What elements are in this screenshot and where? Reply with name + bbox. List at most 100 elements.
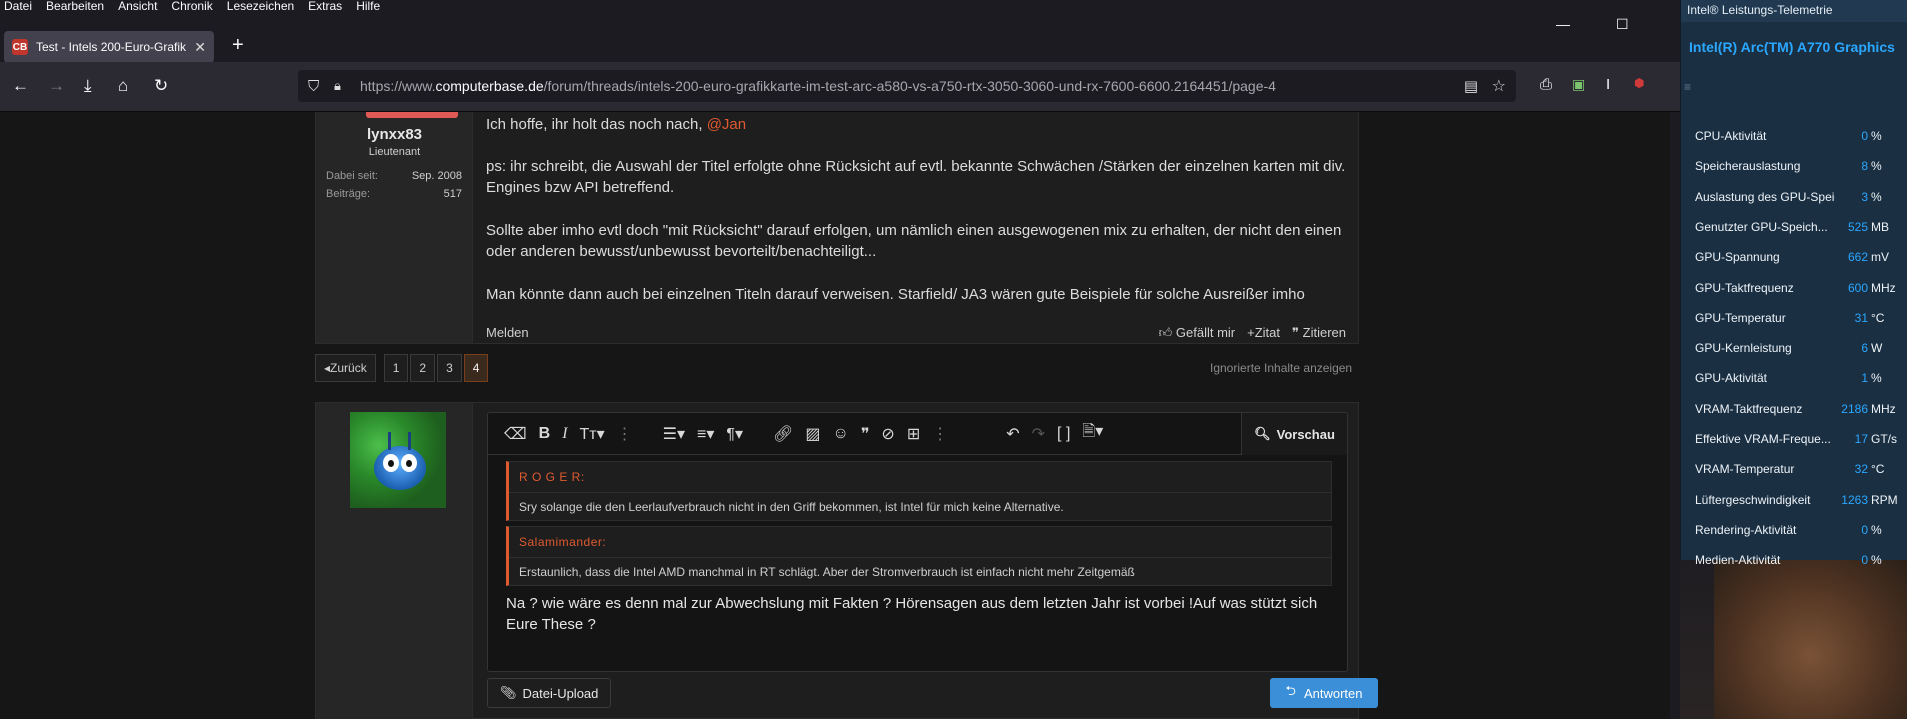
telemetry-row: Auslastung des GPU-Speic... 3% bbox=[1695, 187, 1900, 209]
maximize-icon[interactable]: ☐ bbox=[1616, 16, 1629, 33]
minimize-icon[interactable]: — bbox=[1556, 16, 1570, 32]
telemetry-label: VRAM-Taktfrequenz bbox=[1695, 401, 1803, 416]
undo-icon[interactable]: ↶ bbox=[1006, 424, 1019, 444]
user-stat-joined: Dabei seit: Sep. 2008 bbox=[326, 170, 462, 182]
post-paragraph: ps: ihr schreibt, die Auswahl der Titel … bbox=[486, 158, 1346, 196]
telemetry-unit: % bbox=[1871, 522, 1882, 537]
smiley-icon[interactable]: ☺ bbox=[832, 425, 848, 443]
print-icon[interactable]: ⎙ bbox=[1540, 76, 1552, 93]
screen: { "menu": ["Datei", "Bearbeiten", "Ansic… bbox=[0, 0, 1907, 719]
reload-icon[interactable]: ↻ bbox=[154, 76, 168, 96]
reply-text-area[interactable]: Na ? wie wäre es denn mal zur Abwechslun… bbox=[506, 593, 1332, 635]
report-link[interactable]: Melden bbox=[486, 325, 529, 340]
pager-page-3[interactable]: 3 bbox=[437, 354, 462, 382]
italic-icon[interactable]: I bbox=[562, 425, 567, 443]
more-options-icon[interactable]: ⋮ bbox=[617, 424, 633, 444]
back-arrow-icon[interactable]: ← bbox=[12, 76, 29, 96]
preview-button[interactable]: 🔍︎ Vorschau bbox=[1241, 413, 1347, 455]
quote-author[interactable]: R O G E R: bbox=[519, 470, 585, 484]
pager-page-2[interactable]: 2 bbox=[410, 354, 436, 382]
home-icon[interactable]: ⌂ bbox=[118, 76, 128, 96]
pager-page-1[interactable]: 1 bbox=[383, 354, 409, 382]
pager-back-button[interactable]: ◂ Zurück bbox=[315, 354, 376, 382]
tab-close-icon[interactable]: ✕ bbox=[194, 39, 206, 56]
text-size-icon[interactable]: Tт▾ bbox=[580, 424, 605, 444]
menu-help[interactable]: Hilfe bbox=[356, 0, 380, 14]
like-button[interactable]: 👍︎ Gefällt mir bbox=[1159, 325, 1235, 341]
url-bar[interactable]: ⛉ 🔒︎ https://www.computerbase.de/forum/t… bbox=[298, 70, 1516, 102]
telemetry-row: Genutzter GPU-Speich... 525 MB bbox=[1695, 217, 1900, 239]
lock-icon[interactable]: 🔒︎ bbox=[334, 78, 341, 94]
post-footer: Melden 👍︎ Gefällt mir +Zitat ❞ Zitieren bbox=[486, 322, 1346, 344]
telemetry-label: GPU-Temperatur bbox=[1695, 310, 1786, 325]
telemetry-label: GPU-Aktivität bbox=[1695, 371, 1768, 386]
telemetry-unit: RPM bbox=[1871, 492, 1898, 507]
submit-reply-button[interactable]: ⮌ Antworten bbox=[1270, 678, 1378, 708]
telemetry-unit: MHz bbox=[1871, 401, 1896, 416]
telemetry-unit: MHz bbox=[1871, 280, 1896, 295]
extension-i-icon[interactable]: I bbox=[1606, 76, 1610, 93]
clear-format-icon[interactable]: ⌫ bbox=[504, 424, 527, 444]
tracking-shield-icon[interactable]: ⛉ bbox=[308, 78, 319, 95]
telemetry-value: 31 bbox=[1854, 310, 1868, 325]
telemetry-value: 17 bbox=[1854, 432, 1868, 446]
menu-bookmarks[interactable]: Lesezeichen bbox=[227, 0, 294, 14]
downloads-icon[interactable]: ⤓ bbox=[84, 76, 92, 96]
telemetry-label: VRAM-Temperatur bbox=[1695, 462, 1795, 477]
file-upload-button[interactable]: 📎︎ Datei-Upload bbox=[487, 678, 612, 708]
telemetry-label: GPU-Spannung bbox=[1695, 250, 1780, 265]
menu-file[interactable]: Datei bbox=[4, 0, 32, 14]
user-rank: Lieutenant bbox=[368, 146, 421, 158]
bold-icon[interactable]: B bbox=[539, 425, 551, 443]
quote-text: Sry solange die den Leerlaufverbrauch ni… bbox=[519, 500, 1064, 514]
scrollbar[interactable] bbox=[1670, 112, 1680, 719]
username[interactable]: lynxx83 bbox=[316, 126, 473, 143]
post-user-panel: lynxx83 Lieutenant Dabei seit: Sep. 2008 … bbox=[316, 112, 473, 343]
post-paragraph: Ich hoffe, ihr holt das noch nach, @Jan bbox=[486, 116, 747, 133]
menu-tools[interactable]: Extras bbox=[308, 0, 342, 14]
menu-view[interactable]: Ansicht bbox=[118, 0, 157, 14]
bookmark-star-icon[interactable]: ☆ bbox=[1492, 76, 1506, 96]
telemetry-device: Intel(R) Arc(TM) A770 Graphics bbox=[1689, 39, 1895, 55]
telemetry-row: GPU-Spannung 662 mV bbox=[1695, 247, 1900, 269]
spoiler-icon[interactable]: ⊘ bbox=[881, 424, 894, 444]
extension-check-icon[interactable]: ▣ bbox=[1572, 76, 1585, 93]
drafts-icon[interactable]: 🗎▾ bbox=[1082, 420, 1103, 447]
avatar[interactable] bbox=[350, 412, 446, 508]
mention-link[interactable]: @Jan bbox=[707, 116, 746, 133]
cite-button[interactable]: ❞ Zitieren bbox=[1292, 325, 1346, 341]
quote-icon[interactable]: ❞ bbox=[861, 424, 870, 444]
telemetry-unit: W bbox=[1871, 341, 1883, 356]
ublock-icon[interactable]: ⬢ bbox=[1634, 76, 1644, 90]
paragraph-icon[interactable]: ¶▾ bbox=[726, 424, 743, 444]
telemetry-menu-icon[interactable]: ≡ bbox=[1684, 80, 1691, 94]
image-icon[interactable]: ▨ bbox=[805, 424, 820, 444]
telemetry-unit: GT/s bbox=[1871, 432, 1897, 446]
align-icon[interactable]: ≡▾ bbox=[697, 424, 714, 444]
table-icon[interactable]: ⊞ bbox=[907, 424, 920, 444]
show-ignored-link[interactable]: Ignorierte Inhalte anzeigen bbox=[1210, 361, 1352, 375]
site-favicon-icon: CB bbox=[12, 39, 28, 55]
telemetry-row: GPU-Taktfrequenz 600 MHz bbox=[1695, 278, 1900, 300]
forward-arrow-icon[interactable]: → bbox=[48, 76, 65, 96]
quote-author[interactable]: Salamimander: bbox=[519, 535, 606, 549]
new-tab-icon[interactable]: + bbox=[232, 34, 244, 57]
telemetry-value: 1 bbox=[1861, 371, 1868, 386]
telemetry-value: 6 bbox=[1861, 341, 1868, 356]
pager-page-4[interactable]: 4 bbox=[463, 354, 489, 382]
redo-icon[interactable]: ↷ bbox=[1032, 424, 1045, 444]
quote-button[interactable]: +Zitat bbox=[1247, 325, 1280, 341]
reader-view-icon[interactable]: ▤ bbox=[1464, 77, 1478, 95]
reply-arrow-icon: ⮌ bbox=[1285, 683, 1296, 698]
telemetry-label: GPU-Kernleistung bbox=[1695, 341, 1792, 356]
menu-edit[interactable]: Bearbeiten bbox=[46, 0, 104, 14]
more-options-icon[interactable]: ⋮ bbox=[932, 424, 948, 444]
list-icon[interactable]: ☰▾ bbox=[663, 424, 685, 444]
url-text[interactable]: https://www.computerbase.de/forum/thread… bbox=[360, 78, 1276, 94]
bbcode-toggle-icon[interactable]: [ ] bbox=[1057, 425, 1070, 443]
link-icon[interactable]: 🔗︎ bbox=[773, 424, 793, 444]
menu-history[interactable]: Chronik bbox=[171, 0, 212, 14]
telemetry-value: 525 bbox=[1847, 219, 1868, 234]
telemetry-value: 662 bbox=[1847, 250, 1868, 265]
tab-active[interactable]: CB Test - Intels 200-Euro-Grafikkarte ✕ bbox=[4, 31, 214, 63]
